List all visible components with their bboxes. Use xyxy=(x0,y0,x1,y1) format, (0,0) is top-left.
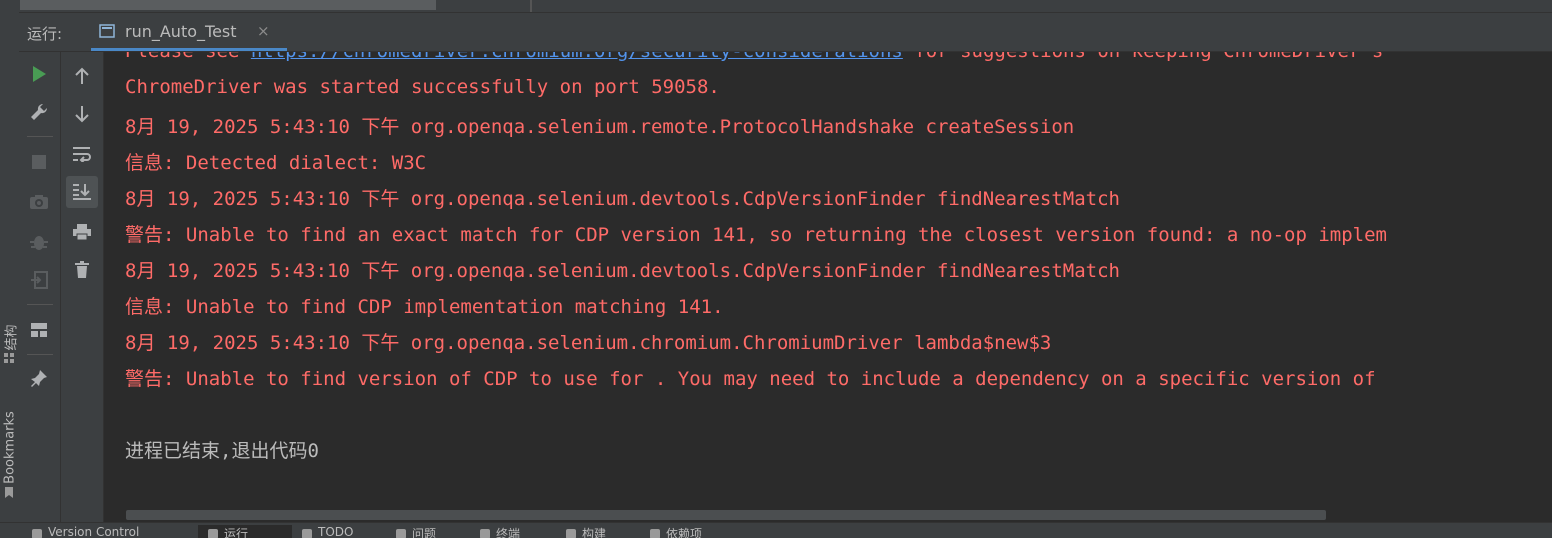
tab-run-auto-test[interactable]: run_Auto_Test × xyxy=(91,13,287,51)
soft-wrap-button[interactable] xyxy=(66,138,98,170)
toolbar-separator xyxy=(27,304,53,305)
editor-bottom-strip xyxy=(0,0,1552,13)
left-tool-stripe: 结构 Bookmarks xyxy=(0,12,20,522)
scroll-up-button[interactable] xyxy=(66,60,98,92)
scroll-to-end-button[interactable] xyxy=(66,176,98,208)
printer-icon xyxy=(73,224,91,241)
bookmarks-label: Bookmarks xyxy=(2,411,18,484)
stop-button[interactable] xyxy=(23,146,55,178)
wrench-icon xyxy=(31,103,48,120)
tab-close-button[interactable]: × xyxy=(257,22,270,40)
tool-tab-version-control[interactable]: Version Control xyxy=(32,525,139,538)
toolbar-separator xyxy=(27,136,53,137)
debug-button[interactable] xyxy=(23,226,55,258)
trash-icon xyxy=(75,261,89,278)
run-toolbar-secondary xyxy=(61,52,104,522)
tool-tab-dependencies[interactable]: 依赖项 xyxy=(650,525,702,538)
scroll-down-button[interactable] xyxy=(66,98,98,130)
layout-icon xyxy=(31,323,47,337)
console-line: ChromeDriver was started successfully on… xyxy=(125,76,720,98)
bookmark-icon xyxy=(5,487,13,498)
console-line: 警告: Unable to find an exact match for CD… xyxy=(125,224,1387,246)
console-line: 信息: Unable to find CDP implementation ma… xyxy=(125,296,724,318)
exit-message: 进程已结束,退出代码0 xyxy=(125,440,319,462)
console-line: 8月 19, 2025 5:43:10 下午 org.openqa.seleni… xyxy=(125,332,1052,354)
arrow-up-icon xyxy=(75,67,89,84)
run-window-header: 运行: run_Auto_Test × xyxy=(19,13,1552,52)
console-line: 8月 19, 2025 5:43:10 下午 org.openqa.seleni… xyxy=(125,188,1120,210)
console-horizontal-scrollbar[interactable] xyxy=(126,510,1326,520)
play-icon xyxy=(33,66,46,82)
structure-icon xyxy=(4,353,14,363)
edit-configuration-button[interactable] xyxy=(23,96,55,128)
tool-tab-build[interactable]: 构建 xyxy=(566,525,606,538)
tool-tab-todo[interactable]: TODO xyxy=(302,525,353,538)
exit-button[interactable] xyxy=(23,264,55,296)
console-line: 8月 19, 2025 5:43:10 下午 org.openqa.seleni… xyxy=(125,116,1075,138)
console-icon xyxy=(99,24,115,38)
arrow-down-icon xyxy=(75,106,89,123)
soft-wrap-icon xyxy=(73,147,91,162)
editor-divider xyxy=(530,0,532,12)
stop-icon xyxy=(32,155,46,169)
console-line: Please see https://chromedriver.chromium… xyxy=(125,52,1383,62)
console-line: 8月 19, 2025 5:43:10 下午 org.openqa.seleni… xyxy=(125,260,1120,282)
camera-icon xyxy=(30,195,48,209)
tool-tab-problems[interactable]: 问题 xyxy=(396,525,436,538)
exit-icon xyxy=(31,271,48,289)
screenshot-button[interactable] xyxy=(23,186,55,218)
toolbar-separator xyxy=(27,354,53,355)
security-link[interactable]: https://chromedriver.chromium.org/securi… xyxy=(251,52,903,62)
bottom-tool-bar: Version Control 运行 TODO 问题 终端 构建 依赖项 xyxy=(0,522,1552,538)
structure-tool-button[interactable]: 结构 xyxy=(0,308,20,368)
scroll-to-end-icon xyxy=(73,184,91,200)
console-text: Please see xyxy=(125,52,251,62)
bookmarks-tool-button[interactable]: Bookmarks xyxy=(0,400,19,500)
clear-all-button[interactable] xyxy=(66,254,98,286)
run-toolbar-primary xyxy=(19,52,61,522)
tool-tab-terminal[interactable]: 终端 xyxy=(480,525,520,538)
console-line: 警告: Unable to find version of CDP to use… xyxy=(125,368,1376,390)
editor-scrollbar[interactable] xyxy=(20,0,436,10)
rerun-button[interactable] xyxy=(23,58,55,90)
layout-button[interactable] xyxy=(23,314,55,346)
pin-tab-button[interactable] xyxy=(23,362,55,394)
console-text: for suggestions on keeping ChromeDriver … xyxy=(903,52,1383,62)
bug-icon xyxy=(30,236,48,250)
run-window-title: 运行: xyxy=(27,25,63,43)
tab-label: run_Auto_Test xyxy=(125,22,237,41)
console-line: 信息: Detected dialect: W3C xyxy=(125,152,427,174)
tool-tab-run[interactable]: 运行 xyxy=(198,525,292,538)
pin-icon xyxy=(31,370,47,387)
console-output[interactable]: Please see https://chromedriver.chromium… xyxy=(104,52,1552,522)
print-button[interactable] xyxy=(66,216,98,248)
active-tab-indicator xyxy=(91,48,287,51)
